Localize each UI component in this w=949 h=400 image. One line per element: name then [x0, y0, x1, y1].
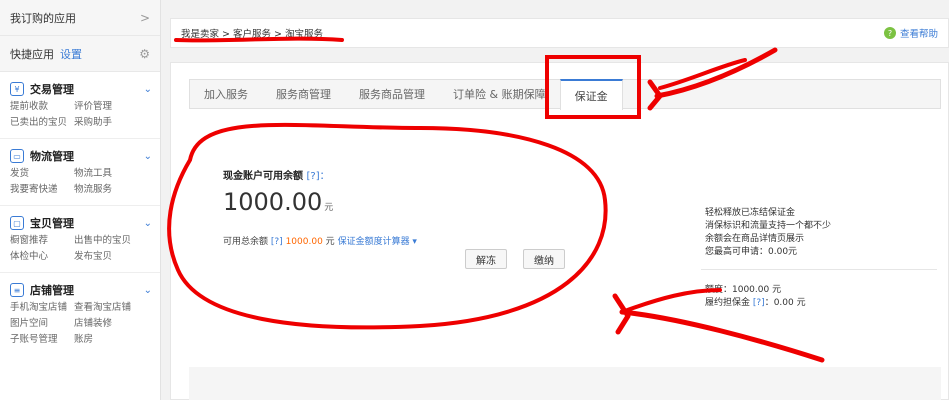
available-value: 1000.00: [285, 237, 323, 247]
help-question-link[interactable]: [?]：: [306, 171, 329, 182]
settings-link[interactable]: 设置: [60, 46, 82, 62]
guarantee-value: ：0.00 元: [764, 298, 806, 308]
sidebar-group-items: ▢ 宝贝管理 ⌄ 橱窗推荐 出售中的宝贝 体检中心 发布宝贝: [0, 206, 160, 273]
info-line: 消保标识和流量支持一个都不少: [705, 221, 832, 231]
info-line: 您最高可申请：0.00元: [705, 247, 798, 257]
sidebar-link[interactable]: 评价管理: [74, 100, 144, 114]
sidebar-link[interactable]: 物流服务: [74, 183, 144, 197]
sidebar-link[interactable]: 体检中心: [10, 250, 74, 264]
help-question-link[interactable]: [?]: [271, 237, 283, 247]
group-header[interactable]: ▭ 物流管理 ⌄: [10, 145, 152, 167]
my-apps-row[interactable]: 我订购的应用 >: [0, 0, 160, 36]
group-title: 物流管理: [30, 150, 74, 163]
chevron-down-icon[interactable]: ⌄: [144, 285, 152, 296]
sidebar-link[interactable]: 已卖出的宝贝: [10, 116, 74, 130]
topbar: 我是卖家 > 客户服务 > 淘宝服务 ? 查看帮助: [170, 18, 949, 48]
deposit-calculator-link[interactable]: 保证金额度计算器 ▾: [338, 237, 417, 247]
sidebar-link[interactable]: 查看淘宝店铺: [74, 301, 144, 315]
available-total: 可用总余额 [?] 1000.00 元 保证金额度计算器 ▾: [223, 234, 417, 247]
available-unit: 元: [325, 237, 335, 247]
bottom-band: [189, 367, 941, 400]
group-header[interactable]: ≡ 店铺管理 ⌄: [10, 279, 152, 301]
unfreeze-button[interactable]: 解冻: [465, 249, 507, 269]
tab-deposit[interactable]: 保证金: [559, 79, 623, 110]
balance-unit: 元: [324, 203, 334, 213]
sidebar-group-trade: ¥ 交易管理 ⌄ 提前收款 评价管理 已卖出的宝贝 采购助手: [0, 72, 160, 139]
group-header[interactable]: ▢ 宝贝管理 ⌄: [10, 212, 152, 234]
guarantee-line: 履约担保金 [?]：0.00 元: [705, 297, 937, 310]
tab-order-insurance[interactable]: 订单险 & 账期保障: [439, 80, 560, 108]
main-panel: 加入服务 服务商管理 服务商品管理 订单险 & 账期保障 保证金 现金账户可用余…: [170, 62, 949, 400]
deposit-info: 轻松释放已冻结保证金 消保标识和流量支持一个都不少 余额会在商品详情页展示 您最…: [701, 207, 937, 310]
chevron-down-icon[interactable]: ⌄: [144, 84, 152, 95]
deposit-card: 现金账户可用余额 [?]： 1000.00 元 可用总余额 [?] 1000.00…: [189, 123, 941, 373]
sidebar-link[interactable]: 图片空间: [10, 317, 74, 331]
group-title: 店铺管理: [30, 284, 74, 297]
balance-section: 现金账户可用余额 [?]： 1000.00 元 可用总余额 [?] 1000.00…: [223, 167, 417, 247]
divider: [701, 269, 937, 270]
help-question-link[interactable]: [?]: [753, 298, 765, 308]
available-label: 可用总余额: [223, 237, 269, 247]
sidebar-link[interactable]: 出售中的宝贝: [74, 234, 144, 248]
my-apps-label: 我订购的应用: [10, 11, 76, 25]
sidebar-link[interactable]: 我要寄快递: [10, 183, 74, 197]
info-line: 余额会在商品详情页展示: [705, 234, 805, 244]
sidebar-link[interactable]: 子账号管理: [10, 333, 74, 347]
quick-apps-label: 快捷应用: [10, 47, 54, 61]
info-line: 轻松释放已冻结保证金: [705, 208, 796, 218]
quick-apps-row: 快捷应用 设置 ⚙: [0, 36, 160, 72]
help-link[interactable]: ? 查看帮助: [883, 26, 938, 40]
sidebar-link[interactable]: 发布宝贝: [74, 250, 144, 264]
balance-label: 现金账户可用余额 [?]：: [223, 167, 417, 182]
help-icon: ?: [883, 27, 896, 39]
sidebar-group-shop: ≡ 店铺管理 ⌄ 手机淘宝店铺 查看淘宝店铺 图片空间 店铺装修 子账号管理 账…: [0, 273, 160, 355]
sidebar-link[interactable]: 橱窗推荐: [10, 234, 74, 248]
balance-value: 1000.00: [223, 188, 323, 216]
balance-amount: 1000.00 元: [223, 188, 417, 216]
sidebar-link[interactable]: 采购助手: [74, 116, 144, 130]
guarantee-label: 履约担保金: [705, 298, 751, 308]
sidebar-link[interactable]: 手机淘宝店铺: [10, 301, 74, 315]
sidebar-link[interactable]: 物流工具: [74, 167, 144, 181]
sidebar-link[interactable]: 账房: [74, 333, 144, 347]
tab-bar: 加入服务 服务商管理 服务商品管理 订单险 & 账期保障 保证金: [189, 79, 941, 110]
sidebar-group-logistics: ▭ 物流管理 ⌄ 发货 物流工具 我要寄快递 物流服务: [0, 139, 160, 206]
chevron-down-icon[interactable]: ⌄: [144, 151, 152, 162]
tab-join-service[interactable]: 加入服务: [190, 80, 262, 108]
group-title: 宝贝管理: [30, 217, 74, 230]
truck-icon: ▭: [10, 149, 24, 163]
sidebar-link[interactable]: 发货: [10, 167, 74, 181]
group-title: 交易管理: [30, 83, 74, 96]
trade-icon: ¥: [10, 82, 24, 96]
sidebar: 我订购的应用 > 快捷应用 设置 ⚙ ¥ 交易管理 ⌄ 提前收款 评价管理 已卖…: [0, 0, 161, 400]
tab-service-product-manage[interactable]: 服务商品管理: [345, 80, 439, 108]
sidebar-link[interactable]: 提前收款: [10, 100, 74, 114]
shop-icon: ≡: [10, 283, 24, 297]
balance-label-text: 现金账户可用余额: [223, 171, 303, 182]
sidebar-link[interactable]: 店铺装修: [74, 317, 144, 331]
help-label: 查看帮助: [899, 29, 938, 40]
chevron-right-icon[interactable]: >: [140, 11, 150, 25]
breadcrumb[interactable]: 我是卖家 > 客户服务 > 淘宝服务: [181, 26, 323, 40]
chevron-down-icon[interactable]: ⌄: [144, 218, 152, 229]
group-header[interactable]: ¥ 交易管理 ⌄: [10, 78, 152, 100]
gear-icon[interactable]: ⚙: [139, 47, 150, 61]
tab-provider-manage[interactable]: 服务商管理: [262, 80, 345, 108]
pay-button[interactable]: 缴纳: [523, 249, 565, 269]
quota-line: 额度：1000.00 元: [705, 285, 782, 295]
bag-icon: ▢: [10, 216, 24, 230]
